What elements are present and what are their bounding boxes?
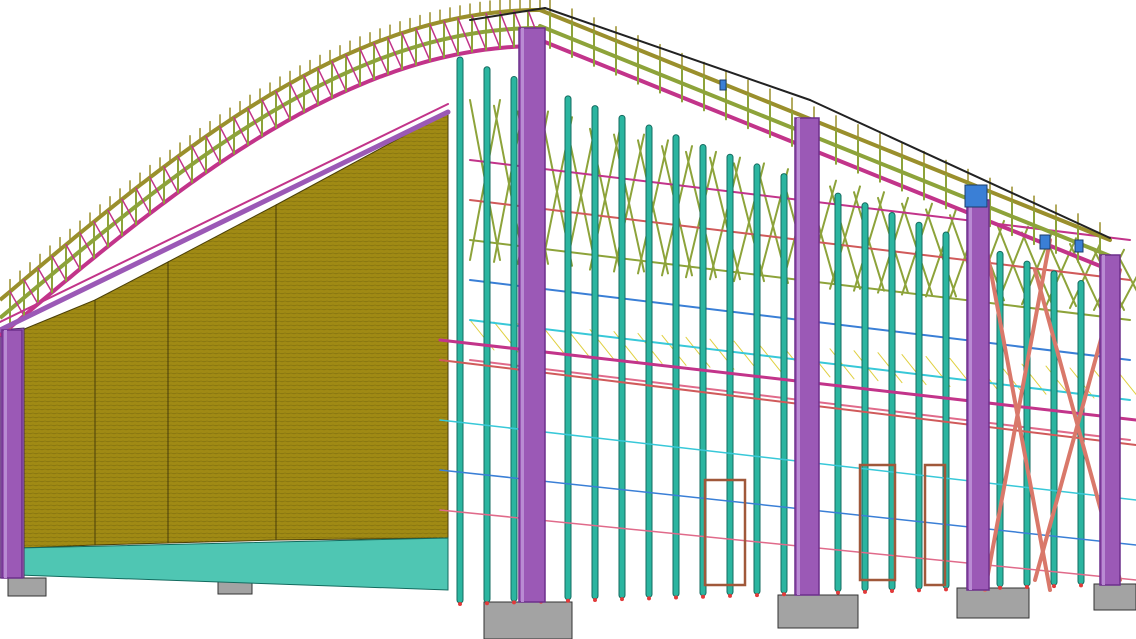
anchor-bolt [1052, 584, 1056, 589]
footing [217, 581, 253, 595]
column-cap [1074, 239, 1084, 253]
anchor-bolt [458, 602, 462, 606]
truss-diagonal [205, 135, 221, 164]
anchor-bolt [701, 594, 705, 599]
anchor-bolt [620, 597, 624, 602]
door-frame [923, 463, 947, 587]
truss-diagonal [289, 82, 305, 113]
column-cap [1039, 234, 1051, 250]
footing [777, 594, 859, 629]
footing [1093, 583, 1136, 611]
anchor-bolt [566, 598, 570, 603]
truss-diagonal [93, 220, 109, 248]
truss-diagonal [149, 176, 165, 204]
truss-diagonal [191, 145, 207, 174]
truss-diagonal [65, 243, 81, 270]
anchor-bolt [998, 585, 1002, 590]
truss-diagonal [79, 232, 95, 259]
footing [483, 601, 573, 639]
hangar-door-cladding [0, 111, 449, 591]
main-column-highlight [797, 118, 800, 595]
truss-diagonal [51, 255, 67, 282]
truss-diagonal [247, 107, 263, 137]
anchor-bolt [728, 593, 732, 598]
anchor-bolt [1025, 584, 1029, 589]
main-column-highlight [4, 330, 7, 578]
footing [956, 587, 1030, 619]
anchor-bolt [836, 590, 840, 595]
anchor-bolt [944, 587, 948, 592]
truss-diagonal [261, 99, 277, 129]
cladding-panel [94, 261, 169, 546]
truss-diagonal [233, 116, 249, 146]
main-column-highlight [521, 28, 524, 602]
column-cap [964, 184, 988, 208]
anchor-bolt [512, 600, 516, 605]
model-viewport[interactable] [0, 0, 1136, 639]
truss-diagonal [331, 60, 347, 92]
anchor-bolt [863, 589, 867, 594]
truss-diagonal [275, 90, 291, 121]
door-frame [703, 478, 747, 587]
cladding-panel [167, 204, 277, 544]
ridge-rail [544, 7, 811, 101]
anchor-bolt [1079, 583, 1083, 588]
anchor-bolt [890, 589, 894, 594]
anchor-bolt [755, 593, 759, 598]
truss-diagonal [219, 126, 235, 155]
anchor-bolt [674, 595, 678, 600]
truss-diagonal [317, 67, 333, 99]
truss-diagonal [107, 209, 123, 236]
anchor-bolt [485, 601, 489, 606]
truss-diagonal [121, 198, 137, 225]
main-column-highlight [1102, 255, 1105, 585]
anchor-bolt [917, 588, 921, 593]
main-column-highlight [969, 200, 972, 590]
bracing-line [613, 331, 639, 363]
anchor-bolt [647, 596, 651, 601]
truss-diagonal [23, 279, 39, 305]
column-cap [719, 79, 727, 91]
cladding-panel [21, 299, 96, 549]
truss-diagonal [37, 267, 53, 294]
truss-diagonal [177, 155, 193, 184]
anchor-bolt [593, 597, 597, 602]
steel-hangar-3d-model [0, 0, 1136, 639]
truss-diagonal [135, 187, 151, 215]
truss-diagonal [303, 74, 319, 106]
truss-diagonal [163, 166, 179, 194]
footing [7, 577, 47, 597]
anchor-bolt [782, 592, 786, 597]
